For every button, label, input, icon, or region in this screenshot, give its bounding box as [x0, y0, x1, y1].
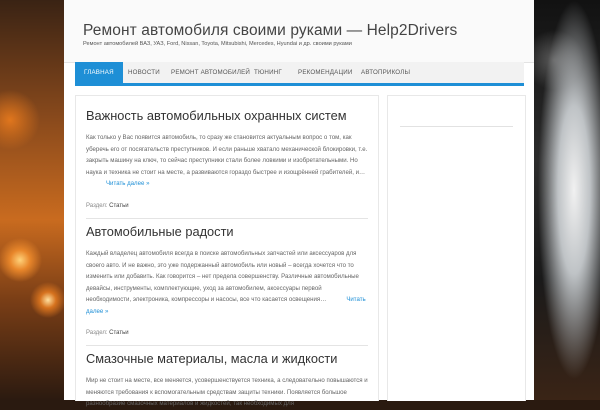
post-title[interactable]: Автомобильные радости [86, 224, 368, 239]
page-container: Ремонт автомобиля своими руками — Help2D… [64, 0, 534, 407]
main-content: Важность автомобильных охранных систем К… [75, 95, 379, 407]
nav-item-news[interactable]: Новости [128, 62, 160, 83]
nav-item-tuning[interactable]: Тюнинг [254, 62, 282, 83]
post-title[interactable]: Важность автомобильных охранных систем [86, 108, 368, 123]
post-meta: Раздел: Статьи [86, 203, 368, 209]
post-title[interactable]: Смазочные материалы, масла и жидкости [86, 351, 368, 366]
nav-item-recommendations[interactable]: Рекомендации [298, 62, 353, 83]
category-link[interactable]: Статьи [109, 203, 128, 209]
site-title[interactable]: Ремонт автомобиля своими руками — Help2D… [83, 22, 457, 40]
category-link[interactable]: Статьи [109, 330, 128, 336]
background-left [0, 0, 64, 400]
site-header: Ремонт автомобиля своими руками — Help2D… [64, 0, 534, 63]
excerpt-text: Каждый владелец автомобиля всегда в поис… [86, 250, 359, 303]
site-description: Ремонт автомобилей ВАЗ, УАЗ, Ford, Nissa… [83, 41, 352, 47]
nav-item-car-repair[interactable]: Ремонт автомобилей [171, 62, 250, 83]
excerpt-text: Как только у Вас появится автомобиль, то… [86, 134, 368, 176]
main-nav: Главная Новости Ремонт автомобилей Тюнин… [75, 62, 524, 86]
post: Автомобильные радости Каждый владелец ав… [86, 224, 368, 346]
post-excerpt: Мир не стоит на месте, все меняется, усо… [86, 377, 368, 407]
post-divider [86, 345, 368, 346]
post: Смазочные материалы, масла и жидкости Ми… [86, 351, 368, 410]
post-divider [86, 217, 368, 219]
meta-label: Раздел: [86, 330, 108, 336]
background-right [534, 0, 600, 400]
sidebar-divider [400, 126, 513, 127]
nav-item-home[interactable]: Главная [75, 62, 123, 83]
read-more-link[interactable]: Читать далее » [86, 180, 149, 187]
post-meta: Раздел: Статьи [86, 330, 368, 336]
meta-label: Раздел: [86, 202, 108, 209]
post-excerpt: Как только у Вас появится автомобиль, то… [86, 132, 368, 190]
post: Важность автомобильных охранных систем К… [86, 108, 368, 219]
post-excerpt: Каждый владелец автомобиля всегда в поис… [86, 248, 368, 317]
sidebar [387, 95, 526, 401]
nav-item-car-jokes[interactable]: Автоприколы [361, 62, 410, 83]
